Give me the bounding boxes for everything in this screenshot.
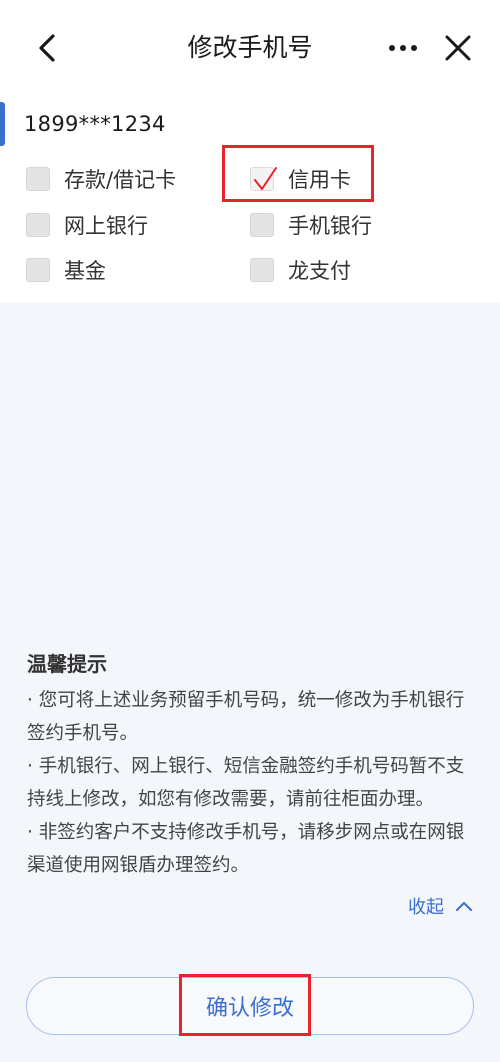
- option-label: 手机银行: [288, 214, 372, 238]
- more-button[interactable]: [384, 28, 424, 68]
- option-fund[interactable]: 基金: [26, 251, 106, 289]
- page-title: 修改手机号: [187, 33, 313, 62]
- option-credit-card[interactable]: 信用卡: [250, 160, 351, 198]
- tip-line: · 您可将上述业务预留手机号码，统一修改为手机银行: [27, 690, 465, 711]
- tip-line: 渠道使用网银盾办理签约。: [27, 855, 250, 876]
- tip-line: · 非签约客户不支持修改手机号，请移步网点或在网银: [27, 822, 465, 843]
- close-icon: [445, 35, 471, 61]
- accent-bar: [0, 102, 5, 146]
- confirm-button[interactable]: 确认修改: [26, 977, 474, 1035]
- option-label: 存款/借记卡: [64, 168, 177, 192]
- option-label: 基金: [64, 259, 106, 283]
- option-label: 信用卡: [288, 168, 351, 192]
- tip-line: · 手机银行、网上银行、短信金融签约手机号码暂不支: [27, 756, 465, 777]
- checkbox[interactable]: [26, 167, 50, 191]
- collapse-label: 收起: [408, 897, 444, 918]
- option-label: 龙支付: [288, 259, 351, 283]
- checkbox[interactable]: [250, 258, 274, 282]
- checkbox[interactable]: [26, 258, 50, 282]
- check-icon: [254, 167, 277, 190]
- checkbox[interactable]: [250, 167, 277, 191]
- option-online-banking[interactable]: 网上银行: [26, 206, 148, 244]
- option-deposit-debit-card[interactable]: 存款/借记卡: [26, 160, 176, 198]
- checkbox[interactable]: [250, 213, 274, 237]
- phone-number: 1899***1234: [24, 112, 166, 136]
- close-button[interactable]: [438, 28, 478, 68]
- checkbox[interactable]: [26, 213, 50, 237]
- tip-line: 签约手机号。: [27, 723, 139, 744]
- confirm-label: 确认修改: [205, 996, 294, 1021]
- tips-body: · 您可将上述业务预留手机号码，统一修改为手机银行 签约手机号。 · 手机银行、…: [27, 684, 479, 882]
- option-label: 网上银行: [64, 214, 148, 238]
- collapse-button[interactable]: 收起: [408, 890, 474, 922]
- top-panel: 修改手机号 1899***1234 存款/借记卡 信用卡 网上银行 手机银行 基…: [0, 0, 500, 302]
- option-long-pay[interactable]: 龙支付: [250, 251, 351, 289]
- tip-line: 持线上修改，如您有修改需要，请前往柜面办理。: [27, 789, 435, 810]
- option-mobile-banking[interactable]: 手机银行: [250, 206, 372, 244]
- more-dots-icon: [389, 45, 417, 51]
- tips-title: 温馨提示: [27, 652, 107, 676]
- header: 修改手机号: [0, 0, 500, 96]
- chevron-up-icon: [456, 902, 472, 911]
